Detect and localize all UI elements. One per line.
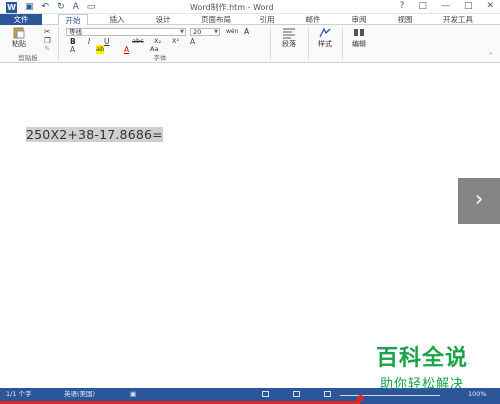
tab-file[interactable]: 文件 xyxy=(0,14,42,25)
tab-view[interactable]: 视图 xyxy=(392,14,418,25)
tab-developer[interactable]: 开发工具 xyxy=(436,14,480,25)
document-text-line[interactable]: 250X2+38-17.8686= xyxy=(26,127,163,142)
selected-text[interactable]: 250X2+38-17.8686= xyxy=(26,127,163,142)
chevron-right-icon: › xyxy=(474,187,484,212)
grow-font-icon[interactable]: A xyxy=(190,37,195,46)
window-controls: ? □ — □ ✕ xyxy=(400,1,494,11)
font-name-value: 等线 xyxy=(69,28,82,36)
title-bar: W ▣ ↶ ↻ A ▭ Word制作.htm - Word ? □ — □ ✕ xyxy=(0,0,500,14)
collapse-ribbon-icon[interactable]: ⌃ xyxy=(488,51,493,60)
paste-label: 粘贴 xyxy=(12,40,26,48)
close-icon[interactable]: ✕ xyxy=(486,1,494,11)
chevron-down-icon: ▼ xyxy=(180,29,184,35)
font-size-value: 20 xyxy=(193,28,202,36)
tab-home[interactable]: 开始 xyxy=(58,14,88,25)
font-name-combo[interactable]: 等线 ▼ xyxy=(66,28,186,36)
restore-icon[interactable]: □ xyxy=(418,1,427,11)
redo-icon[interactable]: ↻ xyxy=(57,1,65,13)
watermark-sub: 助你轻松解决 xyxy=(380,377,465,392)
italic-button[interactable]: I xyxy=(88,37,90,46)
next-arrow-button[interactable]: › xyxy=(458,178,500,224)
customize-icon[interactable]: ▭ xyxy=(87,1,96,13)
styles-button[interactable]: 样式 xyxy=(312,27,338,49)
font-group-label: 字体 xyxy=(153,54,167,62)
superscript-button[interactable]: X² xyxy=(172,37,179,46)
cut-icon[interactable]: ✂ xyxy=(44,27,50,36)
strikethrough-button[interactable]: abc xyxy=(132,37,144,46)
clear-format-icon[interactable]: A xyxy=(244,27,249,36)
find-icon xyxy=(354,29,364,36)
font-size-combo[interactable]: 20 ▼ xyxy=(190,28,220,36)
paragraph-align-icon xyxy=(283,28,295,39)
tab-insert[interactable]: 插入 xyxy=(104,14,130,25)
minimize-icon[interactable]: — xyxy=(441,1,450,11)
maximize-icon[interactable]: □ xyxy=(464,1,473,11)
read-mode-icon[interactable] xyxy=(262,391,269,397)
tab-mailings[interactable]: 邮件 xyxy=(300,14,326,25)
editing-label: 编辑 xyxy=(352,40,366,48)
tab-design[interactable]: 设计 xyxy=(150,14,176,25)
watermark-logo: 百科全说 助你轻松解决 xyxy=(366,340,490,396)
ribbon-home: 粘贴 ✂ ❐ ✎ 剪贴板 等线 ▼ 20 ▼ wén A B I U abc X… xyxy=(0,25,500,63)
watermark-main: 百科全说 xyxy=(376,346,469,371)
ribbon-tabs: 文件 开始 插入 设计 页面布局 引用 邮件 审阅 视图 开发工具 xyxy=(0,14,500,25)
view-buttons xyxy=(262,391,331,397)
save-icon[interactable]: ▣ xyxy=(25,1,34,13)
tab-layout[interactable]: 页面布局 xyxy=(194,14,238,25)
window-title: Word制作.htm - Word xyxy=(190,3,274,12)
highlight-button[interactable]: ab xyxy=(96,45,105,54)
word-logo-icon: W xyxy=(6,1,17,13)
clipboard-group-label: 剪贴板 xyxy=(18,54,38,62)
editing-button[interactable]: 编辑 xyxy=(346,27,372,49)
undo-icon[interactable]: ↶ xyxy=(42,1,50,13)
styles-label: 样式 xyxy=(318,40,332,48)
paste-button[interactable]: 粘贴 xyxy=(6,27,32,49)
help-icon[interactable]: ? xyxy=(400,1,405,11)
clipboard-icon xyxy=(13,27,25,39)
web-layout-icon[interactable] xyxy=(324,391,331,397)
video-progress-thumb[interactable] xyxy=(357,395,364,402)
phonetic-guide-icon[interactable]: wén xyxy=(226,27,238,36)
styles-icon xyxy=(319,27,331,38)
font-a-icon[interactable]: A xyxy=(73,1,79,13)
underline-button[interactable]: U xyxy=(104,37,110,46)
print-layout-icon[interactable] xyxy=(293,391,300,397)
proofing-icon[interactable]: ▣ xyxy=(130,390,136,398)
language-indicator[interactable]: 英语(美国) xyxy=(64,390,95,398)
tab-references[interactable]: 引用 xyxy=(254,14,280,25)
tab-review[interactable]: 审阅 xyxy=(346,14,372,25)
chevron-down-icon: ▼ xyxy=(214,29,218,35)
paragraph-button[interactable]: 段落 xyxy=(276,27,302,49)
quick-access-toolbar: W ▣ ↶ ↻ A ▭ xyxy=(6,1,95,13)
paragraph-label: 段落 xyxy=(282,40,296,48)
text-effect-icon[interactable]: A xyxy=(70,45,75,54)
page-word-count[interactable]: 1/1 个字 xyxy=(6,390,32,398)
